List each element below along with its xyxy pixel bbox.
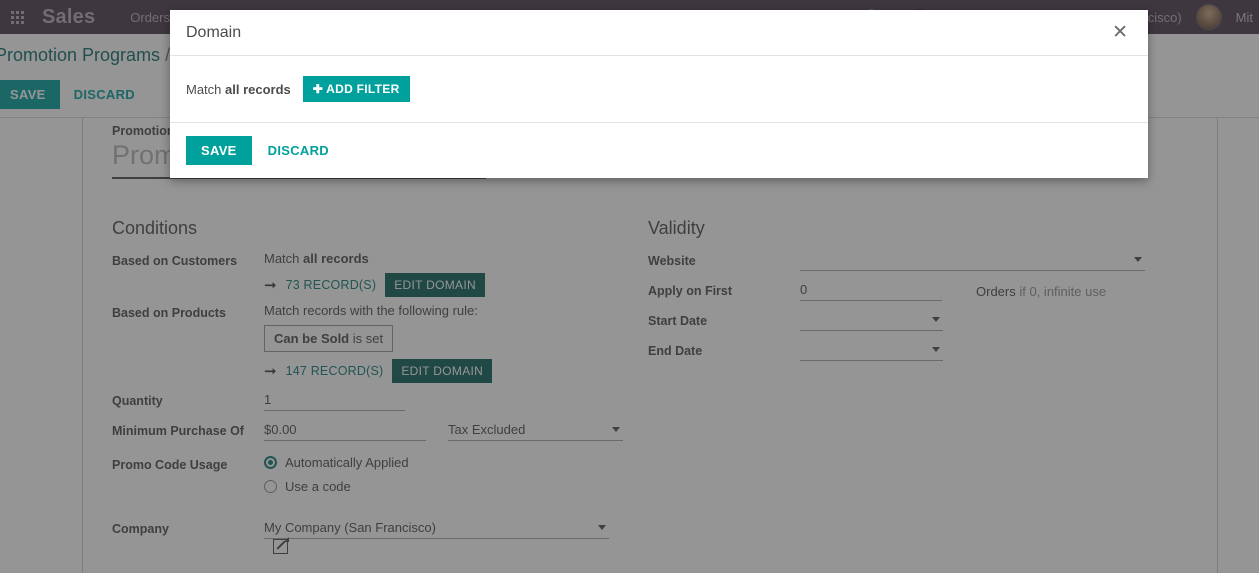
dialog-discard-button[interactable]: DISCARD [268,143,329,158]
plus-icon: ✚ [312,82,324,96]
domain-dialog-title: Domain [186,23,242,41]
dialog-save-button[interactable]: SAVE [186,136,252,165]
domain-match-text: Match all records [186,82,291,97]
domain-dialog: Domain ✕ Match all records ✚ ADD FILTER S… [170,10,1148,178]
domain-dialog-body: Match all records ✚ ADD FILTER [170,56,1148,123]
domain-dialog-footer: SAVE DISCARD [170,123,1148,178]
domain-match-prefix: Match [186,81,226,97]
domain-match-value: all records [225,81,291,97]
close-icon[interactable]: ✕ [1108,21,1132,44]
add-filter-label: ADD FILTER [326,82,400,96]
domain-dialog-header: Domain ✕ [170,10,1148,56]
app-screen: Sales Orders To Invoice Products Reporti… [0,0,1259,573]
add-filter-button[interactable]: ✚ ADD FILTER [302,76,410,102]
